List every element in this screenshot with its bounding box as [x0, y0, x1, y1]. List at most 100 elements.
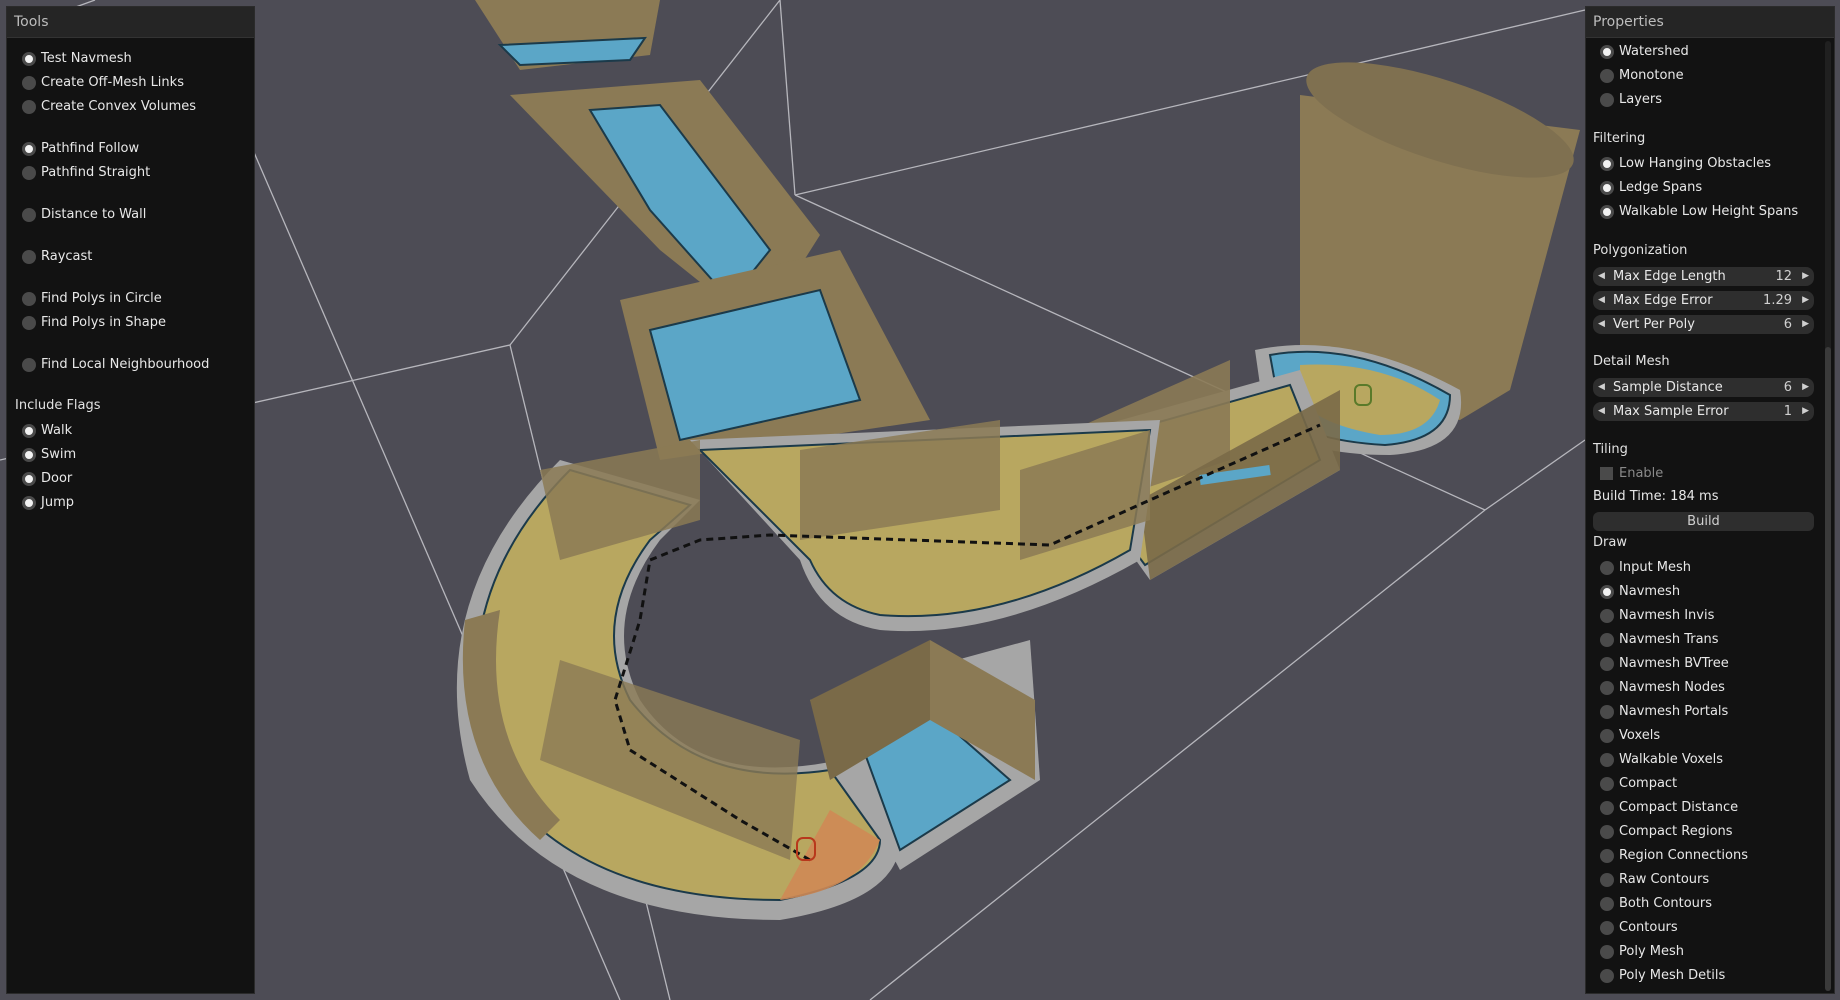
radio-icon	[1600, 825, 1614, 839]
tool-label: Pathfind Follow	[41, 141, 140, 156]
3d-viewport[interactable]	[0, 0, 1840, 1000]
tools-panel: Tools Test Navmesh Create Off-Mesh Links…	[6, 6, 255, 994]
radio-icon	[1600, 777, 1614, 791]
radio-selected-icon	[22, 472, 36, 486]
slider-label: Vert Per Poly	[1613, 317, 1695, 332]
radio-selected-icon	[22, 496, 36, 510]
option-label: Voxels	[1619, 728, 1661, 743]
radio-selected-icon	[1600, 45, 1614, 59]
decrement-icon[interactable]: ◀	[1598, 378, 1605, 397]
radio-icon	[22, 100, 36, 114]
increment-icon[interactable]: ▶	[1802, 291, 1809, 310]
radio-icon	[22, 166, 36, 180]
slider-value: 1.29	[1763, 293, 1792, 308]
increment-icon[interactable]: ▶	[1802, 267, 1809, 286]
option-label: Poly Mesh	[1619, 944, 1684, 959]
increment-icon[interactable]: ▶	[1802, 378, 1809, 397]
slider-max-sample-error[interactable]: ◀ Max Sample Error 1 ▶	[1593, 402, 1814, 421]
radio-icon	[22, 250, 36, 264]
increment-icon[interactable]: ▶	[1802, 315, 1809, 334]
slider-max-edge-error[interactable]: ◀ Max Edge Error 1.29 ▶	[1593, 291, 1814, 310]
radio-icon	[1600, 93, 1614, 107]
slider-vert-per-poly[interactable]: ◀ Vert Per Poly 6 ▶	[1593, 315, 1814, 334]
tool-label: Find Polys in Circle	[41, 291, 162, 306]
option-label: Poly Mesh Detils	[1619, 968, 1726, 983]
radio-selected-icon	[1600, 181, 1614, 195]
decrement-icon[interactable]: ◀	[1598, 267, 1605, 286]
radio-icon	[1600, 969, 1614, 983]
tools-panel-title: Tools	[7, 7, 254, 38]
radio-icon	[1600, 729, 1614, 743]
radio-selected-icon	[1600, 157, 1614, 171]
radio-icon	[1600, 849, 1614, 863]
option-label: Monotone	[1619, 68, 1684, 83]
polygonization-heading: Polygonization	[1593, 243, 1688, 258]
radio-icon	[22, 208, 36, 222]
option-label: Navmesh Nodes	[1619, 680, 1725, 695]
option-label: Navmesh Portals	[1619, 704, 1729, 719]
option-label: Compact	[1619, 776, 1678, 791]
radio-icon	[1600, 897, 1614, 911]
slider-value: 6	[1783, 380, 1792, 395]
slider-label: Max Edge Error	[1613, 293, 1713, 308]
radio-icon	[22, 292, 36, 306]
radio-icon	[1600, 705, 1614, 719]
detail-mesh-heading: Detail Mesh	[1593, 354, 1670, 369]
radio-selected-icon	[22, 142, 36, 156]
radio-icon	[1600, 69, 1614, 83]
option-label: Navmesh Trans	[1619, 632, 1719, 647]
tool-label: Distance to Wall	[41, 207, 147, 222]
radio-icon	[1600, 609, 1614, 623]
decrement-icon[interactable]: ◀	[1598, 291, 1605, 310]
radio-icon	[22, 316, 36, 330]
scrollbar-thumb[interactable]	[1825, 347, 1831, 991]
option-label: Navmesh Invis	[1619, 608, 1715, 623]
radio-icon	[1600, 921, 1614, 935]
option-label: Low Hanging Obstacles	[1619, 156, 1772, 171]
radio-selected-icon	[1600, 205, 1614, 219]
option-label: Walkable Voxels	[1619, 752, 1723, 767]
radio-icon	[1600, 561, 1614, 575]
radio-selected-icon	[22, 424, 36, 438]
radio-icon	[1600, 681, 1614, 695]
tool-label: Find Polys in Shape	[41, 315, 166, 330]
decrement-icon[interactable]: ◀	[1598, 402, 1605, 421]
option-label: Layers	[1619, 92, 1663, 107]
flag-label: Walk	[41, 423, 73, 438]
tool-label: Create Off-Mesh Links	[41, 75, 184, 90]
radio-selected-icon	[22, 448, 36, 462]
tool-label: Create Convex Volumes	[41, 99, 197, 114]
tiling-heading: Tiling	[1593, 442, 1628, 457]
radio-icon	[1600, 633, 1614, 647]
flag-label: Door	[41, 471, 73, 486]
decrement-icon[interactable]: ◀	[1598, 315, 1605, 334]
option-label: Compact Distance	[1619, 800, 1739, 815]
increment-icon[interactable]: ▶	[1802, 402, 1809, 421]
flag-label: Swim	[41, 447, 77, 462]
option-label: Raw Contours	[1619, 872, 1710, 887]
radio-icon	[1600, 945, 1614, 959]
option-label: Navmesh BVTree	[1619, 656, 1729, 671]
filtering-heading: Filtering	[1593, 131, 1646, 146]
option-label: Ledge Spans	[1619, 180, 1703, 195]
slider-max-edge-length[interactable]: ◀ Max Edge Length 12 ▶	[1593, 267, 1814, 286]
option-label: Compact Regions	[1619, 824, 1733, 839]
option-label: Walkable Low Height Spans	[1619, 204, 1799, 219]
option-label: Both Contours	[1619, 896, 1713, 911]
slider-label: Sample Distance	[1613, 380, 1723, 395]
radio-selected-icon	[1600, 585, 1614, 599]
tool-label: Raycast	[41, 249, 93, 264]
upper-path-mesh	[475, 0, 930, 460]
checkbox-icon	[1600, 467, 1613, 480]
option-label: Input Mesh	[1619, 560, 1692, 575]
slider-sample-distance[interactable]: ◀ Sample Distance 6 ▶	[1593, 378, 1814, 397]
main-floor-mesh	[456, 420, 1160, 920]
radio-icon	[1600, 873, 1614, 887]
radio-icon	[1600, 753, 1614, 767]
properties-scrollbar[interactable]	[1825, 41, 1831, 991]
build-time-label: Build Time: 184 ms	[1593, 489, 1719, 504]
radio-icon	[1600, 801, 1614, 815]
option-label: Navmesh	[1619, 584, 1681, 599]
radio-icon	[22, 76, 36, 90]
build-button[interactable]: Build	[1593, 512, 1814, 531]
